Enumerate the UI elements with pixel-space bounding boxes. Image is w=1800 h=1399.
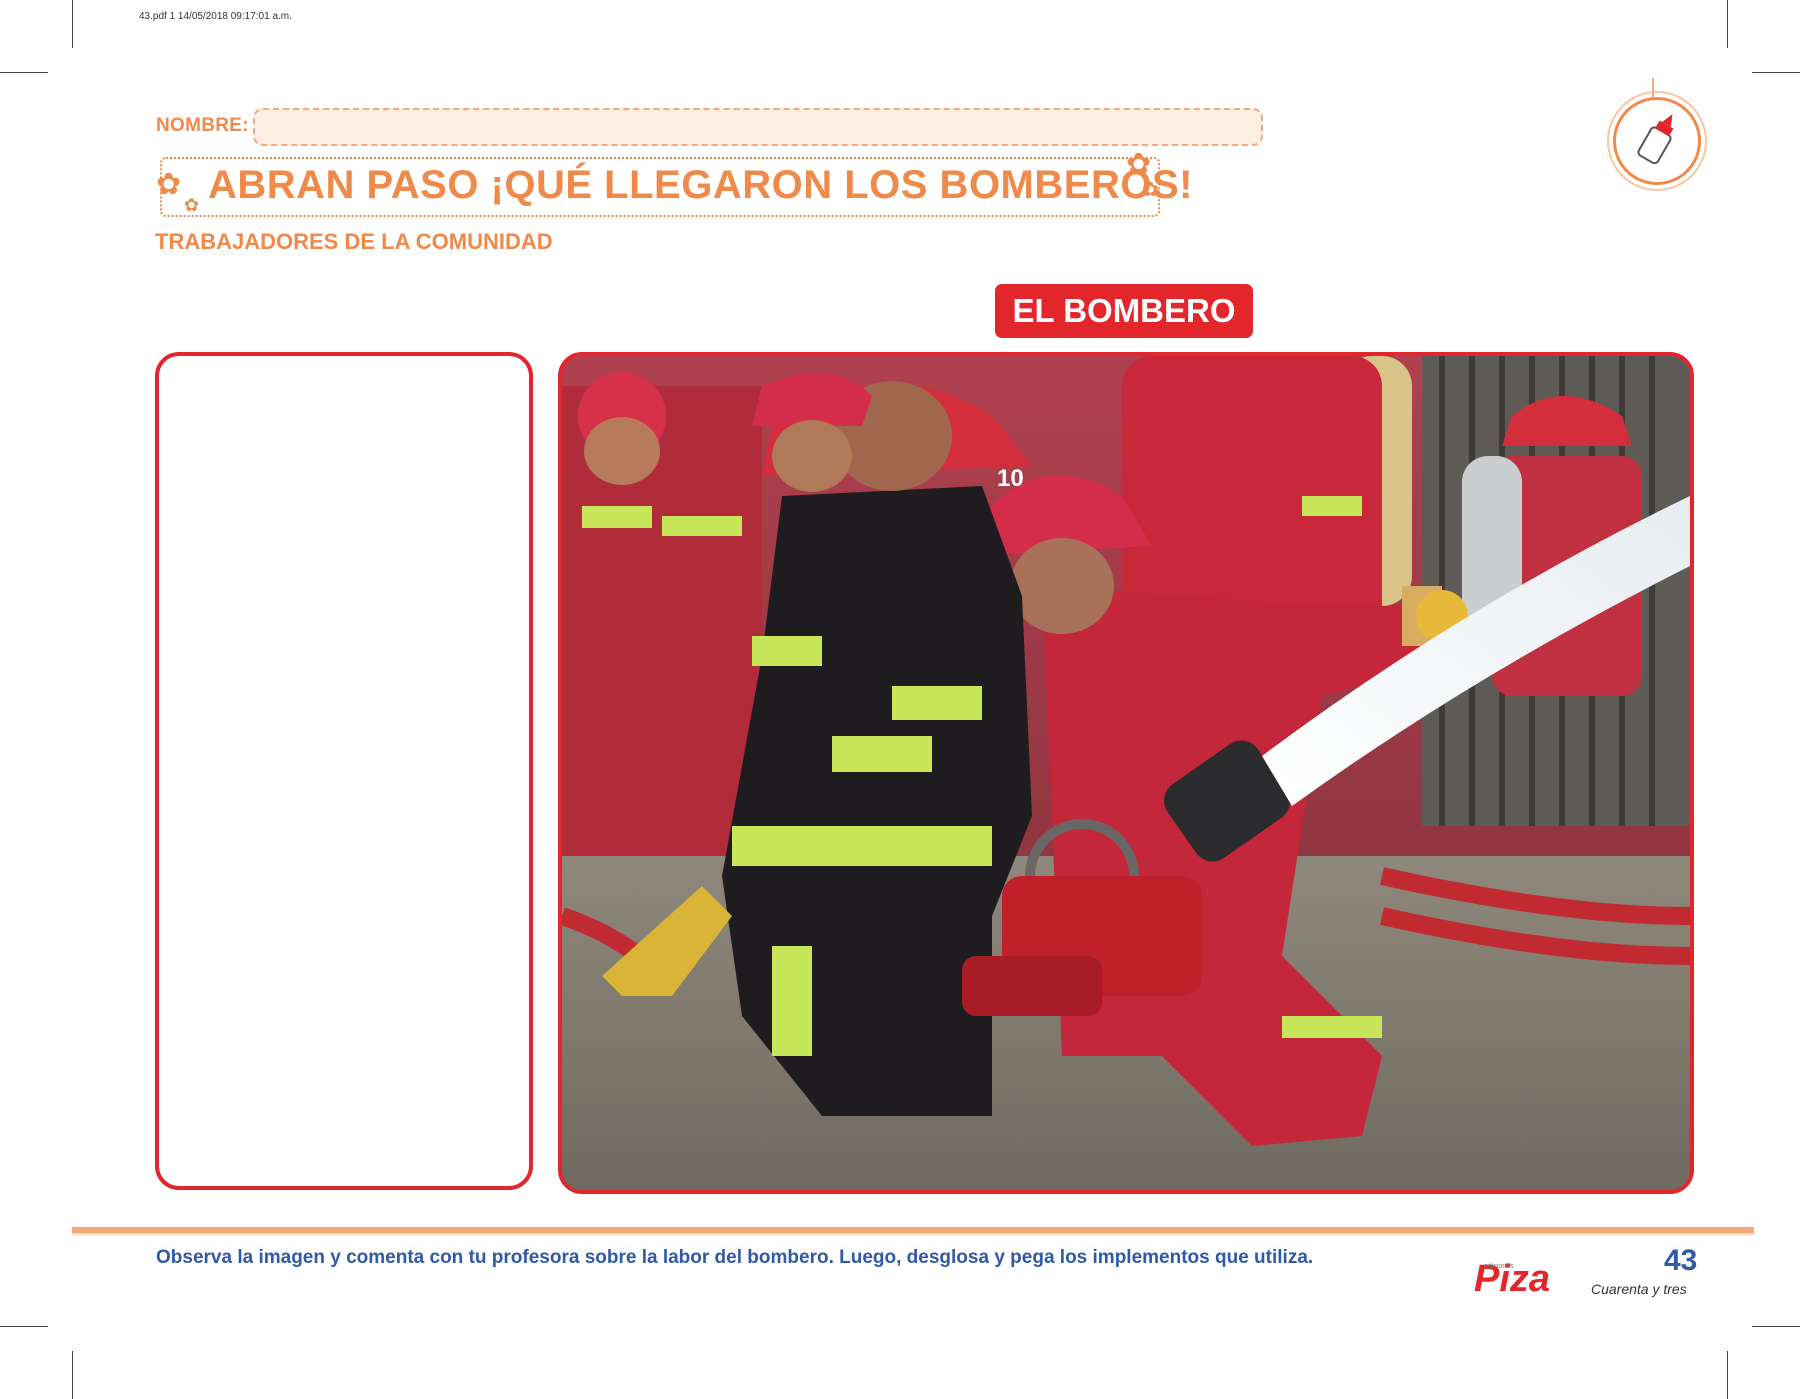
page-subtitle: TRABAJADORES DE LA COMUNIDAD — [155, 229, 553, 254]
instruction-text: Observa la imagen y comenta con tu profe… — [156, 1247, 1314, 1268]
name-field[interactable] — [253, 108, 1263, 146]
crop-mark — [1752, 72, 1800, 73]
footer-divider — [72, 1233, 1754, 1235]
page-number: 43 — [1664, 1244, 1698, 1277]
flower-icon: ✿ — [156, 168, 182, 201]
print-slug: 43.pdf 1 14/05/2018 09:17:01 a.m. — [139, 11, 292, 22]
badge-string — [1652, 78, 1654, 98]
crop-mark — [72, 1351, 73, 1399]
crop-mark — [1727, 1351, 1728, 1399]
crop-mark — [0, 72, 48, 73]
paste-area[interactable] — [155, 352, 533, 1190]
crop-mark — [72, 0, 73, 48]
publisher-tagline: ediciones — [1484, 1263, 1514, 1270]
svg-text:10: 10 — [997, 465, 1024, 492]
crop-mark — [0, 1326, 48, 1327]
section-label: EL BOMBERO — [995, 284, 1253, 338]
name-label: NOMBRE: — [156, 115, 249, 136]
page-number-words: Cuarenta y tres — [1591, 1281, 1687, 1297]
crop-mark — [1727, 0, 1728, 48]
firefighters-photo: 10 — [558, 352, 1694, 1194]
flower-icon: ✿ — [184, 195, 200, 215]
glue-bottle-icon — [1613, 97, 1701, 185]
crop-mark — [1752, 1326, 1800, 1327]
page-title: ABRAN PASO ¡QUÉ LLEGARON LOS BOMBEROS! — [208, 163, 1193, 207]
